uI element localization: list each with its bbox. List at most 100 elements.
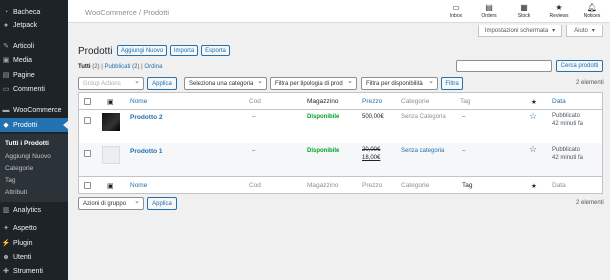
column-name[interactable]: Nome — [130, 98, 147, 105]
column-price-footer[interactable]: Prezzo — [362, 182, 382, 189]
submenu-all-products[interactable]: Tutti i Prodotti — [5, 140, 49, 147]
image-column-icon: ▣ — [107, 183, 114, 190]
help-button[interactable]: Aiuto ▾ — [566, 25, 603, 37]
screen-options-button[interactable]: Impostazioni schermata ▾ — [478, 25, 562, 37]
products-submenu: Tutti i Prodotti Aggiungi Nuovo Categori… — [0, 134, 68, 202]
view-sort-link[interactable]: Ordina — [144, 64, 162, 70]
featured-column-star-icon: ★ — [531, 99, 537, 106]
column-sku[interactable]: Cod — [249, 98, 261, 105]
select-all-checkbox[interactable] — [84, 98, 91, 105]
product-thumbnail[interactable] — [102, 113, 120, 131]
product-name-link[interactable]: Prodotto 2 — [130, 114, 163, 121]
row-checkbox[interactable] — [84, 150, 91, 157]
comments-icon: ▭ — [2, 86, 10, 93]
column-name-footer[interactable]: Nome — [130, 182, 147, 189]
sidebar-item-plugin[interactable]: ⚡ Plugin — [0, 237, 68, 249]
notices-button[interactable]: 🔔︎ Notices — [577, 3, 607, 19]
sidebar-item-articoli[interactable]: ✎ Articoli — [0, 40, 68, 52]
sidebar-item-pagine[interactable]: ▤ Pagine — [0, 69, 68, 81]
category-filter-select[interactable]: Seleziona una categoria — [184, 77, 267, 90]
bulk-actions-select-top[interactable]: Group Actions — [78, 77, 144, 90]
apply-button-top[interactable]: Applica — [147, 77, 177, 90]
column-sku-footer[interactable]: Cod — [249, 182, 261, 189]
analytics-icon: ▥ — [2, 207, 10, 214]
sidebar-item-analytics[interactable]: ▥ Analytics — [0, 204, 68, 216]
column-tags-footer: Tag — [462, 182, 473, 189]
submenu-categories[interactable]: Categorie — [5, 165, 33, 172]
column-date[interactable]: Data — [552, 98, 566, 105]
search-products-button[interactable]: Cerca prodotti — [556, 60, 603, 72]
notices-icon: 🔔︎ — [586, 3, 598, 12]
column-date-footer[interactable]: Data — [552, 182, 566, 189]
product-name-link[interactable]: Prodotto 1 — [130, 148, 163, 155]
column-categories: Categorie — [401, 98, 430, 105]
sidebar-item-bacheca[interactable]: ◔ Bacheca — [0, 6, 68, 18]
category-link[interactable]: Senza Categoria — [401, 114, 446, 120]
breadcrumb: WooCommerce / Prodotti — [85, 8, 170, 17]
image-column-icon: ▣ — [107, 99, 114, 106]
sidebar-item-aspetto[interactable]: ✦ Aspetto — [0, 222, 68, 234]
stock-status: Disponibile — [307, 148, 340, 154]
view-all-link[interactable]: Tutti — [78, 64, 91, 70]
export-button[interactable]: Esporta — [201, 45, 230, 56]
select-all-checkbox-footer[interactable] — [84, 182, 91, 189]
date-status: Pubblicato — [552, 113, 581, 119]
sidebar-item-commenti[interactable]: ▭ Commenti — [0, 83, 68, 95]
media-icon: ▣ — [2, 57, 10, 64]
apply-button-bottom[interactable]: Applica — [147, 197, 177, 210]
tags-value: – — [462, 148, 466, 154]
sidebar-item-media[interactable]: ▣ Media — [0, 54, 68, 66]
product-thumbnail[interactable] — [102, 146, 120, 164]
appearance-icon: ✦ — [3, 225, 9, 232]
filter-button[interactable]: Filtra — [441, 77, 463, 90]
column-stock-footer: Magazzino — [307, 182, 339, 189]
woocommerce-icon: ▬ — [2, 106, 10, 114]
column-price[interactable]: Prezzo — [362, 98, 382, 105]
date-status: Pubblicato — [552, 147, 581, 153]
orders-button[interactable]: ▤ Orders — [474, 3, 504, 19]
reviews-button[interactable]: ★ Reviews — [544, 3, 574, 19]
plugin-icon: ⚡ — [1, 240, 11, 247]
jetpack-icon: ● — [3, 21, 9, 29]
items-count-top: 2 elementi — [576, 80, 604, 86]
stock-filter-select[interactable]: Filtra per disponibilità — [361, 77, 438, 90]
sidebar-item-utenti[interactable]: ☻ Utenti — [0, 251, 68, 263]
pages-icon: ▤ — [2, 72, 10, 79]
view-published-link[interactable]: Pubblicati — [104, 64, 130, 70]
sale-price: 18,00€ — [362, 155, 381, 161]
dashboard-icon: ◔ — [3, 8, 9, 16]
import-button[interactable]: Importa — [170, 45, 198, 56]
regular-price: 20,00€ — [362, 147, 381, 153]
products-table: ▣ Nome Cod Magazzino Prezzo Categorie Ta… — [78, 92, 603, 194]
reviews-icon: ★ — [555, 3, 563, 12]
admin-sidebar: ◔ Bacheca ● Jetpack ✎ Articoli ▣ Media ▤ Pagi… — [0, 0, 68, 280]
bulk-actions-select-bottom[interactable]: Azioni di gruppo — [78, 197, 144, 210]
submenu-attributes[interactable]: Attributi — [5, 189, 27, 196]
add-new-button[interactable]: Aggiungi Nuovo — [117, 45, 167, 56]
table-row: Prodotto 1 – Disponibile 20,00€ 18,00€ S… — [79, 143, 602, 176]
submenu-tags[interactable]: Tag — [5, 177, 15, 184]
column-tags: Tag — [460, 98, 471, 105]
featured-star-icon[interactable]: ☆ — [529, 144, 537, 155]
featured-column-star-icon: ★ — [531, 183, 537, 190]
search-input[interactable] — [456, 60, 552, 72]
row-checkbox[interactable] — [84, 117, 91, 124]
chevron-down-icon: ▾ — [591, 28, 595, 34]
chevron-down-icon: ▾ — [552, 28, 556, 34]
table-header: ▣ Nome Cod Magazzino Prezzo Categorie Ta… — [79, 93, 602, 110]
status-views: Tutti (2) | Pubblicati (2) | Ordina — [78, 64, 163, 70]
inbox-button[interactable]: ▭ Inbox — [441, 3, 471, 19]
table-row: Prodotto 2 – Disponibile 500,00€ Senza C… — [79, 110, 602, 143]
stock-button[interactable]: ▦ Stock — [509, 3, 539, 19]
date-value: 42 minuti fa — [552, 121, 584, 127]
sidebar-item-strumenti[interactable]: ✚ Strumenti — [0, 265, 68, 277]
product-type-filter-select[interactable]: Filtra per tipologia di prod — [270, 77, 357, 90]
sidebar-item-jetpack[interactable]: ● Jetpack — [0, 19, 68, 31]
pin-icon: ✎ — [3, 43, 9, 50]
sidebar-item-woocommerce[interactable]: ▬ WooCommerce — [0, 104, 68, 116]
category-link[interactable]: Senza categoria — [401, 148, 444, 154]
products-icon: ◆ — [3, 122, 9, 129]
sidebar-item-prodotti[interactable]: ◆ Prodotti — [0, 118, 68, 132]
featured-star-icon[interactable]: ☆ — [529, 111, 537, 122]
submenu-add-new[interactable]: Aggiungi Nuovo — [5, 153, 51, 160]
